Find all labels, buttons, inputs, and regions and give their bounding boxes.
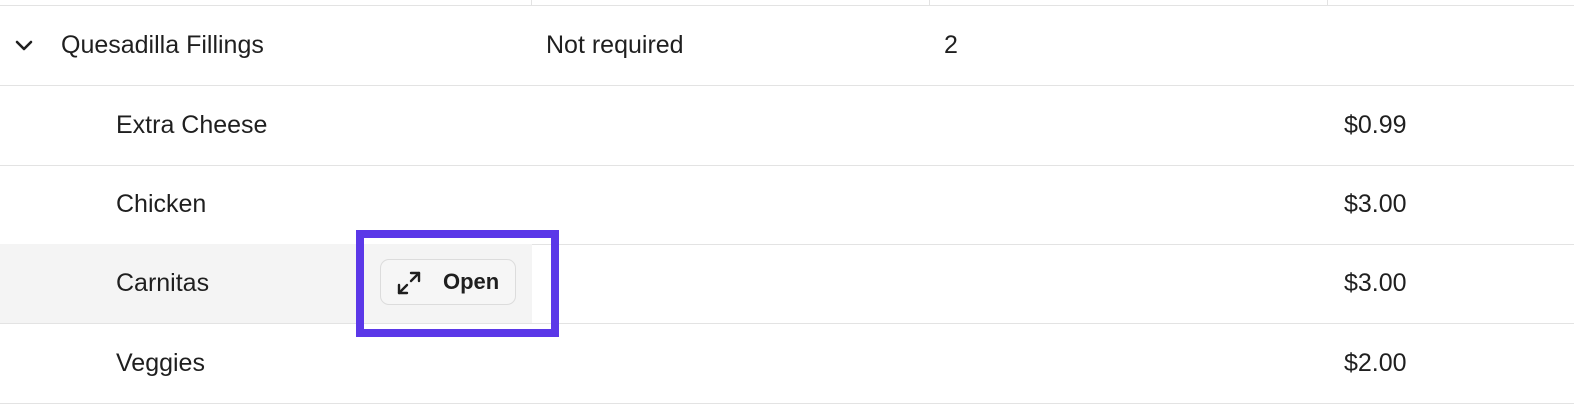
table-row[interactable]: Veggies $2.00 [0,324,1574,404]
item-name: Chicken [116,190,207,218]
item-name: Veggies [116,349,205,377]
group-required: Not required [546,31,684,59]
column-divider [531,0,532,5]
item-price: $2.00 [1344,349,1407,377]
chevron-down-icon[interactable] [13,36,35,56]
table-row[interactable]: Extra Cheese $0.99 [0,86,1574,166]
item-name: Extra Cheese [116,111,268,139]
table-row[interactable]: Chicken $3.00 [0,165,1574,245]
group-row[interactable]: Quesadilla Fillings Not required 2 [0,6,1574,86]
table-row[interactable]: Carnitas $3.00 [0,244,1574,324]
modifier-table: Quesadilla Fillings Not required 2 Extra… [0,0,1574,404]
open-record-button[interactable]: Open [380,259,516,305]
expand-icon [397,271,421,295]
item-price: $3.00 [1344,190,1407,218]
group-name: Quesadilla Fillings [61,31,264,59]
column-divider [929,0,930,5]
item-name: Carnitas [116,269,210,297]
open-button-label: Open [443,269,500,294]
group-count: 2 [944,31,958,59]
item-price: $3.00 [1344,269,1407,297]
item-price: $0.99 [1344,111,1407,139]
column-divider [1327,0,1328,5]
